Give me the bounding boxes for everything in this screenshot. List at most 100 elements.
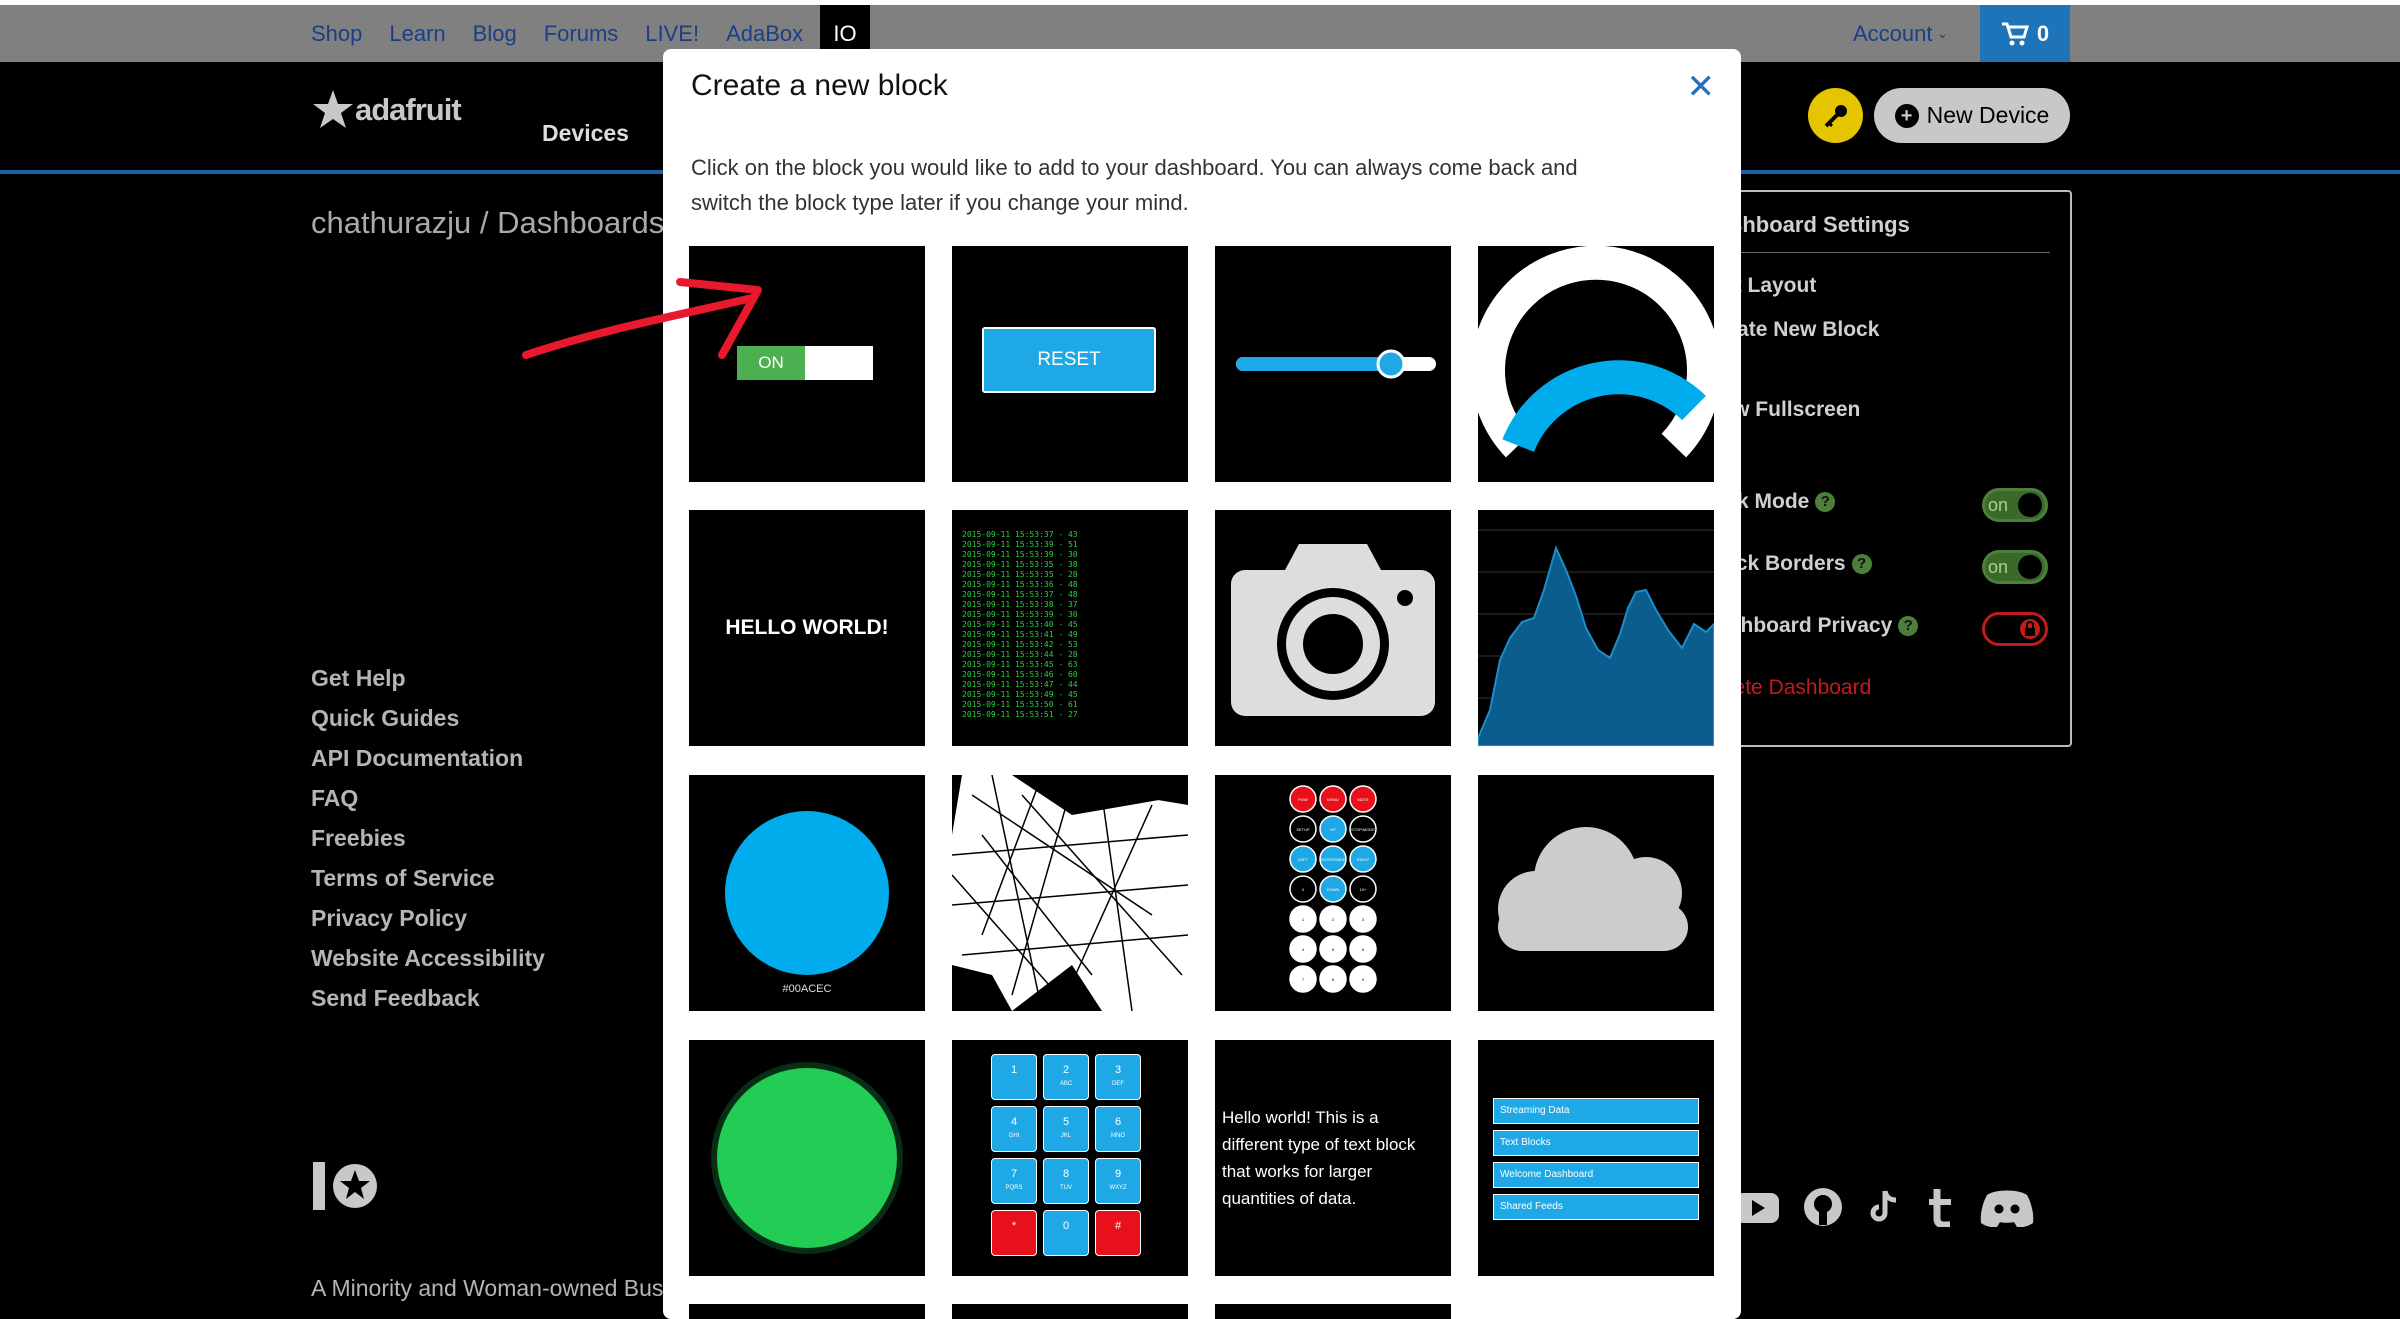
dashboard-list-block[interactable]: Streaming Data Text Blocks Welcome Dashb… <box>1478 1040 1714 1276</box>
footer-link[interactable]: Freebies <box>311 825 545 851</box>
dark-mode-toggle[interactable]: on <box>1982 488 2048 522</box>
remote-button-label: DOWN <box>1327 887 1340 892</box>
color-picker-block[interactable]: #00ACEC <box>689 775 925 1011</box>
block-tile[interactable] <box>1215 1304 1451 1319</box>
adafruit-logo[interactable]: adafruit <box>311 88 462 132</box>
footer-link[interactable]: API Documentation <box>311 745 545 771</box>
icon-block[interactable] <box>1478 775 1714 1011</box>
stream-line: 2015-09-11 15:53:45 - 63 <box>962 660 1078 669</box>
footer-link[interactable]: Quick Guides <box>311 705 545 731</box>
lock-icon <box>2020 619 2040 639</box>
keypad-digit: 1 <box>1010 1064 1018 1076</box>
text-line: quantities of data. <box>1222 1189 1357 1208</box>
help-icon[interactable]: ? <box>1898 616 1919 637</box>
key-icon <box>1824 104 1847 127</box>
new-device-label: New Device <box>1926 102 2050 128</box>
tiktok-icon[interactable] <box>1867 1187 1901 1227</box>
stream-block[interactable]: 2015-09-11 15:53:37 - 43 2015-09-11 15:53… <box>952 510 1188 746</box>
slider-preview <box>1236 349 1436 379</box>
momentary-button-block[interactable]: RESET <box>952 246 1188 482</box>
nav-adabox[interactable]: AdaBox <box>726 21 803 47</box>
logo-text: adafruit <box>355 92 462 127</box>
image-block[interactable] <box>1215 510 1451 746</box>
text-line: Hello world! This is a <box>1222 1108 1379 1127</box>
text-line: that works for larger <box>1222 1162 1373 1181</box>
footer-link[interactable]: Terms of Service <box>311 865 545 891</box>
stream-line: 2015-09-11 15:53:39 - 30 <box>962 550 1078 559</box>
modal-description-line: Click on the block you would like to add… <box>691 155 1578 180</box>
text-block[interactable]: HELLO WORLD! <box>689 510 925 746</box>
hello-world-preview: HELLO WORLD! <box>725 616 889 639</box>
footer-link[interactable]: Get Help <box>311 665 545 691</box>
new-device-button[interactable]: + New Device <box>1874 88 2070 143</box>
keypad-key: 8 TUV <box>1043 1158 1089 1204</box>
keypad-letters: PQRS <box>1005 1185 1023 1191</box>
stream-line: 2015-09-11 15:53:35 - 28 <box>962 570 1078 579</box>
social-icons <box>1735 1187 2035 1227</box>
remote-button-label: RIGHT <box>1357 857 1370 862</box>
keypad-letters: WXYZ <box>1109 1185 1127 1191</box>
keypad-digit: 5 <box>1062 1116 1070 1128</box>
block-tile[interactable] <box>952 1304 1188 1319</box>
block-borders-toggle[interactable]: on <box>1982 550 2048 584</box>
close-icon[interactable]: ✕ <box>1687 67 1716 107</box>
privacy-toggle[interactable] <box>1982 612 2048 646</box>
nav-live[interactable]: LIVE! <box>645 21 699 47</box>
footer-link[interactable]: Privacy Policy <box>311 905 545 931</box>
keypad-digit: 8 <box>1062 1168 1070 1180</box>
stream-line: 2015-09-11 15:53:35 - 38 <box>962 560 1078 569</box>
nav-blog[interactable]: Blog <box>473 21 517 47</box>
list-item: Text Blocks <box>1493 1130 1699 1156</box>
line-chart-block[interactable] <box>1478 510 1714 746</box>
number-pad-block[interactable]: 1 2 ABC 3 DEF 4 GHI 5 JKL 6 MNO 7 PQRS 8 TUV 9 WXYZ * 0 # <box>952 1040 1188 1276</box>
reset-button-preview: RESET <box>982 327 1156 393</box>
discord-icon[interactable] <box>1979 1187 2035 1227</box>
api-key-button[interactable] <box>1808 88 1863 143</box>
stream-preview: 2015-09-11 15:53:37 - 43 2015-09-11 15:53… <box>962 530 1122 720</box>
nav-forums[interactable]: Forums <box>544 21 619 47</box>
dashboard-settings-panel: Dashboard Settings Edit Layout Create Ne… <box>1700 190 2072 747</box>
stream-line: 2015-09-11 15:53:41 - 49 <box>962 630 1078 639</box>
cart-count: 0 <box>2036 20 2050 46</box>
list-item: Welcome Dashboard <box>1493 1162 1699 1188</box>
indicator-block[interactable] <box>689 1040 925 1276</box>
list-item: Shared Feeds <box>1493 1194 1699 1220</box>
cart-button[interactable]: 0 <box>1980 5 2070 62</box>
keypad-digit: 4 <box>1010 1116 1018 1128</box>
toggle-preview: ON <box>737 346 873 380</box>
footer-link[interactable]: Send Feedback <box>311 985 545 1011</box>
indicator-preview <box>711 1062 903 1254</box>
youtube-icon[interactable] <box>1735 1187 1779 1227</box>
slider-block[interactable] <box>1215 246 1451 482</box>
area-chart-preview <box>1478 529 1714 746</box>
footer-link[interactable]: Website Accessibility <box>311 945 545 971</box>
stream-line: 2015-09-11 15:53:36 - 48 <box>962 580 1078 589</box>
keypad-digit: 0 <box>1062 1220 1070 1232</box>
toggle-knob <box>2018 555 2042 579</box>
account-menu[interactable]: Account ⌄ <box>1853 5 1948 62</box>
toggle-block[interactable]: ON <box>689 246 925 482</box>
stream-line: 2015-09-11 15:53:39 - 30 <box>962 610 1078 619</box>
tumblr-icon[interactable] <box>1925 1187 1955 1227</box>
footer-link[interactable]: FAQ <box>311 785 545 811</box>
map-block[interactable] <box>952 775 1188 1011</box>
minority-text: A Minority and Woman-owned Business <box>311 1275 718 1301</box>
help-icon[interactable]: ? <box>1851 554 1872 575</box>
multiline-text-block[interactable]: Hello world! This is a different type of… <box>1215 1040 1451 1276</box>
list-item: Streaming Data <box>1493 1098 1699 1124</box>
block-tile[interactable] <box>689 1304 925 1319</box>
modal-description-line: switch the block type later if you chang… <box>691 190 1189 215</box>
gauge-block[interactable] <box>1478 246 1714 482</box>
map-preview <box>952 775 1188 1011</box>
nav-learn[interactable]: Learn <box>389 21 445 47</box>
github-icon[interactable] <box>1803 1187 1843 1227</box>
breadcrumb: chathurazju / Dashboards <box>311 205 665 240</box>
io-logo[interactable] <box>311 1160 381 1217</box>
nav-devices[interactable]: Devices <box>542 120 629 147</box>
nav-shop[interactable]: Shop <box>311 21 362 47</box>
help-icon[interactable]: ? <box>1815 492 1836 513</box>
remote-control-block[interactable]: POW MENU MUTE SETUP UP STOP/MODE LEFT ENTER/SAV… <box>1215 775 1451 1011</box>
keypad-digit: 3 <box>1114 1064 1122 1076</box>
keypad-digit: 9 <box>1114 1168 1122 1180</box>
settings-title: Dashboard Settings <box>1702 212 2050 253</box>
